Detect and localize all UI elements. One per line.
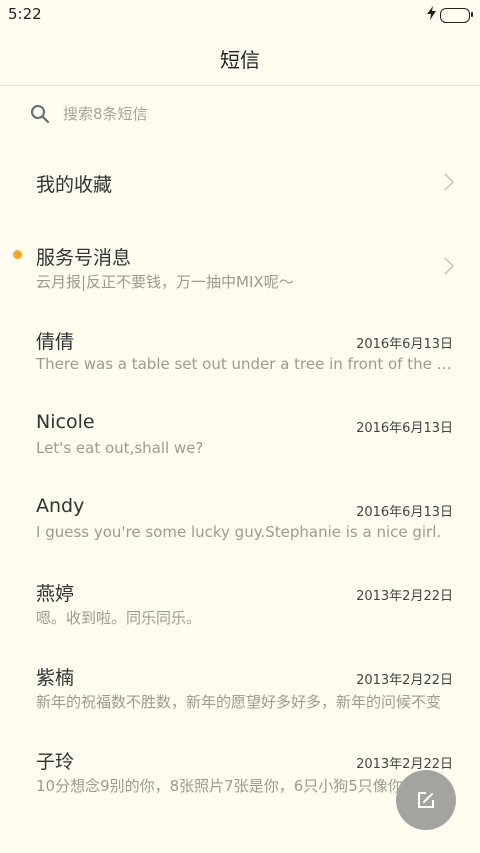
- status-bar: 5:22: [0, 0, 480, 28]
- service-name: 服务号消息: [36, 247, 132, 269]
- message-preview: 嗯。收到啦。同乐同乐。: [36, 609, 202, 627]
- contact-name: 燕婷: [36, 583, 75, 605]
- contact-name: Andy: [36, 495, 85, 517]
- service-preview: 云月报|反正不要钱，万一抽中MIX呢～: [36, 273, 294, 291]
- contact-name: 子玲: [36, 751, 75, 773]
- charging-bolt-icon: [427, 6, 436, 24]
- compose-icon: [418, 792, 434, 808]
- conversation-item[interactable]: 紫楠 2013年2月22日 新年的祝福数不胜数，新年的愿望好多好多，新年的问候不…: [0, 644, 480, 728]
- chevron-right-icon: [444, 257, 454, 275]
- favorites-label: 我的收藏: [36, 174, 113, 196]
- status-indicators: [427, 6, 473, 24]
- message-preview: I guess you're some lucky guy.Stephanie …: [36, 523, 442, 541]
- message-date: 2013年2月22日: [356, 589, 453, 604]
- message-date: 2013年2月22日: [356, 757, 453, 772]
- search-icon: [31, 105, 50, 124]
- conversation-item[interactable]: 倩倩 2016年6月13日 There was a table set out …: [0, 308, 480, 392]
- contact-name: 紫楠: [36, 667, 75, 689]
- search-input[interactable]: [63, 101, 443, 127]
- message-date: 2016年6月13日: [356, 337, 453, 352]
- compose-button[interactable]: [396, 770, 456, 830]
- conversation-item[interactable]: Andy 2016年6月13日 I guess you're some luck…: [0, 476, 480, 560]
- message-preview: 10分想念9别的你，8张照片7张是你，6只小狗5只像你: [36, 777, 403, 795]
- message-preview: 新年的祝福数不胜数，新年的愿望好多好多，新年的问候不变: [36, 693, 442, 711]
- message-date: 2013年2月22日: [356, 673, 453, 688]
- message-date: 2016年6月13日: [356, 421, 453, 436]
- message-preview: There was a table set out under a tree i…: [36, 355, 456, 373]
- favorites-item[interactable]: 我的收藏: [0, 140, 480, 224]
- unread-dot: [13, 250, 22, 259]
- chevron-right-icon: [444, 173, 454, 191]
- conversation-item[interactable]: 燕婷 2013年2月22日 嗯。收到啦。同乐同乐。: [0, 560, 480, 644]
- message-preview: Let's eat out,shall we?: [36, 439, 204, 457]
- battery-icon: [440, 7, 473, 23]
- service-messages-item[interactable]: 服务号消息 云月报|反正不要钱，万一抽中MIX呢～: [0, 224, 480, 308]
- message-date: 2016年6月13日: [356, 505, 453, 520]
- page-title: 短信: [220, 48, 260, 72]
- contact-name: 倩倩: [36, 331, 75, 353]
- conversation-item[interactable]: Nicole 2016年6月13日 Let's eat out,shall we…: [0, 392, 480, 476]
- title-bar: 短信: [0, 28, 480, 86]
- search-bar[interactable]: [0, 88, 480, 140]
- contact-name: Nicole: [36, 411, 95, 433]
- status-time: 5:22: [8, 5, 42, 23]
